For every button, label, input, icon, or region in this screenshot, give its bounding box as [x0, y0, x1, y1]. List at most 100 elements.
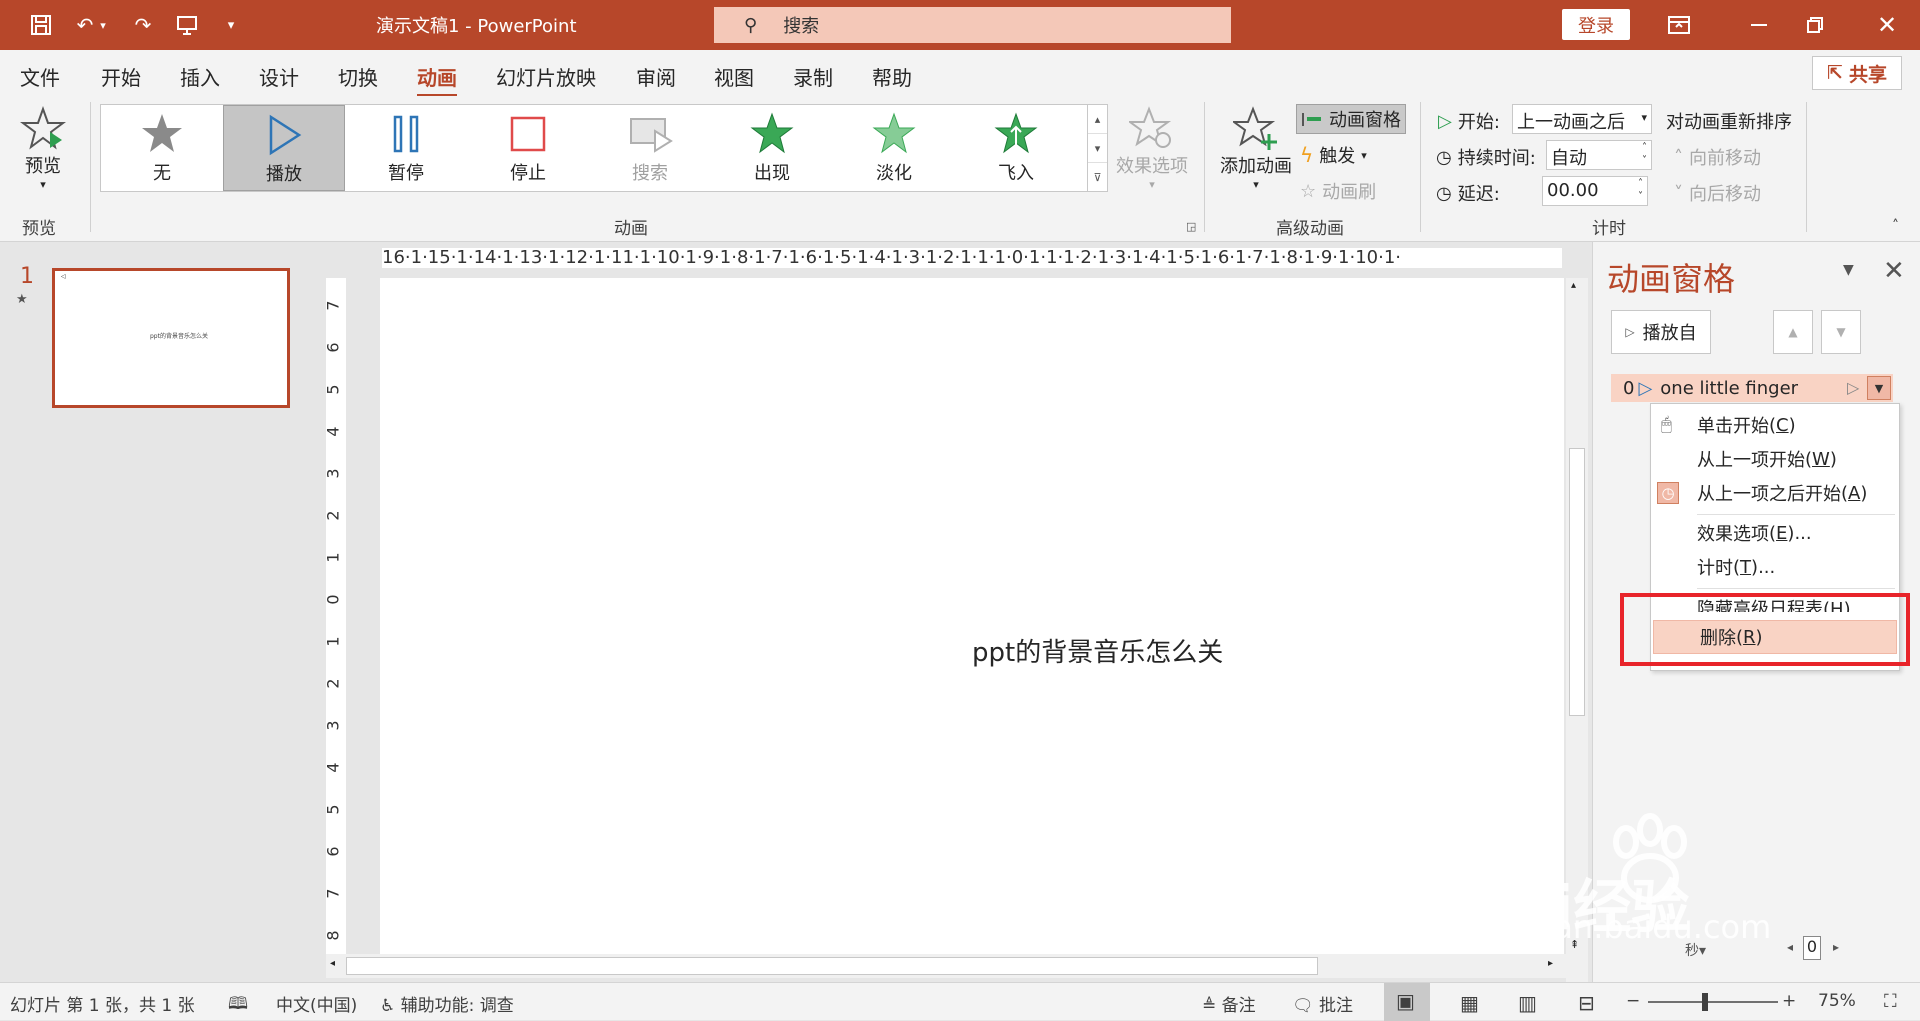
fade-star-icon — [872, 112, 916, 154]
trigger-icon: ϟ — [1300, 143, 1314, 167]
normal-view-button[interactable]: ▣ — [1384, 983, 1430, 1021]
menu-start-on-click[interactable]: 🖱 单击开始(C) — [1651, 408, 1899, 442]
gallery-item-play[interactable]: 播放 — [223, 105, 345, 191]
accessibility[interactable]: ♿ 辅助功能: 调查 — [380, 991, 514, 1016]
move-earlier-button[interactable]: ˄ 向前移动 — [1674, 144, 1761, 170]
search-box[interactable]: ⚲ 搜索 — [714, 7, 1231, 43]
tab-insert[interactable]: 插入 — [180, 62, 220, 91]
slideshow-view-icon[interactable]: ⊟ — [1578, 991, 1595, 1015]
horizontal-scrollbar[interactable]: ◂ ▸ — [326, 954, 1588, 978]
zoom-out-icon[interactable]: − — [1626, 991, 1640, 1011]
effect-options-button[interactable]: 效果选项 ▾ — [1114, 106, 1190, 202]
menu-effect-options[interactable]: 效果选项(E)... — [1651, 516, 1899, 550]
tab-view[interactable]: 视图 — [714, 62, 754, 91]
ruler-tick: 6 — [323, 846, 343, 857]
scroll-left-icon[interactable]: ◂ — [330, 958, 335, 969]
menu-key: A — [1848, 482, 1861, 504]
gallery-item-fly-in[interactable]: 飞入 — [955, 105, 1077, 191]
zoom-slider-thumb[interactable] — [1702, 993, 1708, 1011]
group-label-timing: 计时 — [1592, 219, 1626, 239]
zoom-in-icon[interactable]: + — [1782, 991, 1796, 1011]
comment-icon: 🗨 — [1292, 996, 1314, 1016]
save-icon[interactable] — [26, 10, 56, 40]
gallery-item-none[interactable]: 无 — [101, 105, 223, 191]
reading-view-icon[interactable]: ▥ — [1518, 991, 1537, 1015]
animation-pane-button[interactable]: 动画窗格 — [1296, 104, 1406, 134]
delay-input[interactable]: 00.00 ˄ ˅ — [1542, 176, 1648, 206]
start-label: ▷ 开始: — [1438, 108, 1500, 134]
animation-list-item[interactable]: 0 ▷ one little finger ▷ ▼ — [1611, 374, 1893, 402]
slide-canvas[interactable]: ppt的背景音乐怎么关 — [380, 278, 1564, 958]
gallery-item-pause[interactable]: 暂停 — [345, 105, 467, 191]
anim-dropdown-button[interactable]: ▼ — [1867, 376, 1891, 400]
title-bar: ↶ ▾ ↷ ▾ 演示文稿1 - PowerPoint ⚲ 搜索 登录 ✕ — [0, 0, 1920, 50]
tab-animations[interactable]: 动画 — [417, 62, 457, 97]
slide-title-text[interactable]: ppt的背景音乐怎么关 — [972, 632, 1223, 669]
ribbon: 预览 ▾ 预览 无 播放 暂停 停止 搜索 出现 淡化 飞入 ▴ ▾ ⊽ 效果选… — [0, 96, 1920, 242]
present-icon[interactable] — [172, 10, 202, 40]
pause-icon — [393, 115, 419, 153]
play-icon — [269, 114, 302, 156]
gallery-item-stop[interactable]: 停止 — [467, 105, 589, 191]
language[interactable]: 中文(中国) — [276, 991, 357, 1016]
zoom-slider[interactable] — [1648, 1001, 1778, 1003]
slide-thumbnail[interactable]: ◁ ppt的背景音乐怎么关 — [52, 268, 290, 408]
gallery-more-icon[interactable]: ⊽ — [1088, 163, 1107, 192]
add-animation-button[interactable]: 添加动画 ▾ — [1218, 106, 1294, 202]
menu-suffix: ... — [1794, 522, 1812, 544]
gallery-item-appear[interactable]: 出现 — [711, 105, 833, 191]
start-select[interactable]: 上一动画之后 ▾ — [1512, 104, 1652, 134]
ribbon-display-icon[interactable] — [1664, 10, 1694, 40]
vertical-scroll-thumb[interactable] — [1569, 448, 1585, 716]
pane-options-icon[interactable]: ▼ — [1843, 262, 1854, 278]
menu-timing[interactable]: 计时(T)... — [1651, 550, 1899, 584]
tab-help[interactable]: 帮助 — [872, 62, 912, 91]
comments-button[interactable]: 🗨 批注 — [1292, 991, 1353, 1016]
tab-transitions[interactable]: 切换 — [338, 62, 378, 91]
tab-record[interactable]: 录制 — [793, 62, 833, 91]
spellcheck-icon[interactable]: 🕮 — [228, 991, 248, 1020]
tab-file[interactable]: 文件 — [20, 62, 60, 91]
slide-sorter-icon[interactable]: ▦ — [1460, 991, 1479, 1015]
login-button[interactable]: 登录 — [1562, 9, 1630, 40]
gallery-item-seek[interactable]: 搜索 — [589, 105, 711, 191]
minimize-icon[interactable] — [1744, 10, 1774, 40]
tab-review[interactable]: 审阅 — [636, 62, 676, 91]
trigger-button[interactable]: ϟ 触发 ▾ — [1300, 142, 1367, 168]
menu-with-previous[interactable]: 从上一项开始(W) — [1651, 442, 1899, 476]
pane-close-icon[interactable]: ✕ — [1883, 256, 1905, 286]
gallery-up-icon[interactable]: ▴ — [1088, 105, 1107, 134]
scroll-up-icon[interactable]: ▴ — [1571, 280, 1576, 291]
customize-qat-icon[interactable]: ▾ — [216, 10, 246, 40]
duration-input[interactable]: 自动 ˄ ˅ — [1546, 140, 1652, 170]
menu-after-previous[interactable]: ◷ 从上一项之后开始(A) — [1651, 476, 1899, 510]
tab-design[interactable]: 设计 — [259, 62, 299, 91]
tab-home[interactable]: 开始 — [101, 62, 141, 91]
ruler-tick: 3 — [323, 468, 343, 479]
zoom-level[interactable]: 75% — [1818, 991, 1856, 1011]
move-later-button[interactable]: ˅ 向后移动 — [1674, 180, 1761, 206]
restore-icon[interactable] — [1800, 10, 1830, 40]
undo-dropdown-icon[interactable]: ▾ — [96, 10, 110, 40]
move-up-button[interactable]: ▲ — [1773, 310, 1813, 354]
preview-button[interactable]: 预览 ▾ — [16, 106, 70, 202]
dialog-launcher-icon[interactable]: ◲ — [1186, 220, 1196, 233]
collapse-ribbon-icon[interactable]: ˄ — [1892, 218, 1899, 234]
watermark-url: jingyan.baidu.com — [1476, 908, 1772, 946]
tab-slideshow[interactable]: 幻灯片放映 — [496, 62, 596, 91]
horizontal-scroll-thumb[interactable] — [346, 957, 1318, 975]
notes-button[interactable]: ≜ 备注 — [1202, 991, 1256, 1016]
gallery-down-icon[interactable]: ▾ — [1088, 134, 1107, 163]
fit-slide-icon[interactable]: ⛶ — [1884, 991, 1897, 1012]
redo-icon[interactable]: ↷ — [128, 10, 158, 40]
play-from-button[interactable]: ▷ 播放自 — [1611, 310, 1711, 354]
share-button[interactable]: ⇱ 共享 — [1812, 56, 1902, 90]
ruler-tick: 0 — [323, 594, 343, 605]
trigger-dropdown-icon: ▾ — [1361, 148, 1367, 162]
animation-painter-button[interactable]: ☆ 动画刷 — [1300, 178, 1376, 204]
slide-count[interactable]: 幻灯片 第 1 张，共 1 张 — [10, 991, 195, 1016]
close-icon[interactable]: ✕ — [1872, 10, 1902, 40]
gallery-item-fade[interactable]: 淡化 — [833, 105, 955, 191]
search-icon: ⚲ — [744, 14, 758, 36]
move-down-button[interactable]: ▼ — [1821, 310, 1861, 354]
